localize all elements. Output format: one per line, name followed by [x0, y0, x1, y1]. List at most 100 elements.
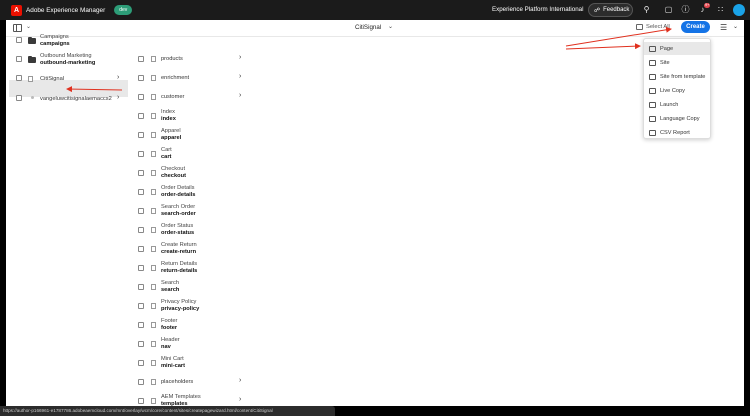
adobe-logo-icon[interactable]: A: [11, 4, 22, 16]
list-item[interactable]: Apparel apparel: [161, 128, 181, 142]
row-checkbox[interactable]: [16, 37, 22, 43]
list-item[interactable]: Order Status order-status: [161, 223, 194, 237]
list-item[interactable]: Index index: [161, 109, 176, 123]
chevron-right-icon[interactable]: ›: [117, 94, 119, 101]
menu-item-language-copy[interactable]: Language Copy: [644, 112, 710, 125]
breadcrumb-chevron-down-icon[interactable]: ⌄: [388, 23, 393, 30]
rail-toggle-icon[interactable]: [13, 24, 22, 32]
item-name: footer: [161, 325, 178, 331]
chevron-right-icon[interactable]: ›: [239, 54, 241, 61]
row-checkbox[interactable]: [138, 227, 144, 233]
list-item[interactable]: enrichment: [161, 75, 189, 82]
list-item[interactable]: Order Details order-details: [161, 185, 195, 199]
item-title: AEM Templates: [161, 394, 201, 400]
row-checkbox[interactable]: [138, 56, 144, 62]
menu-item-page[interactable]: Page: [644, 42, 710, 55]
page-icon: [151, 94, 156, 100]
row-checkbox[interactable]: [16, 75, 22, 81]
menu-item-csv-report[interactable]: CSV Report: [644, 126, 710, 139]
chevron-right-icon[interactable]: ›: [239, 396, 241, 403]
live-copy-icon: [649, 87, 656, 94]
page-icon: [151, 341, 156, 347]
list-item[interactable]: Header nav: [161, 337, 180, 351]
page-icon: [151, 151, 156, 157]
list-item[interactable]: Cart cart: [161, 147, 172, 161]
menu-item-label: Page: [660, 45, 674, 52]
list-item[interactable]: products: [161, 56, 183, 63]
row-checkbox[interactable]: [16, 56, 22, 62]
feedback-button[interactable]: ☍ Feedback: [588, 3, 633, 17]
site-template-icon: [649, 73, 656, 80]
list-item[interactable]: Search Order search-order: [161, 204, 196, 218]
row-checkbox[interactable]: [138, 132, 144, 138]
chevron-right-icon[interactable]: ›: [239, 377, 241, 384]
list-item[interactable]: Checkout checkout: [161, 166, 186, 180]
row-checkbox[interactable]: [138, 189, 144, 195]
row-checkbox[interactable]: [138, 284, 144, 290]
create-button[interactable]: Create: [681, 21, 710, 33]
menu-item-live-copy[interactable]: Live Copy: [644, 84, 710, 97]
chat-icon[interactable]: ▢: [663, 4, 674, 15]
row-checkbox[interactable]: [138, 303, 144, 309]
row-checkbox[interactable]: [138, 151, 144, 157]
column-view-icon[interactable]: ☰: [720, 23, 727, 32]
page-icon: [151, 265, 156, 271]
help-icon[interactable]: ⓘ: [680, 4, 691, 15]
list-item[interactable]: Footer footer: [161, 318, 177, 332]
page-icon: [151, 227, 156, 233]
item-name: cart: [161, 154, 172, 160]
item-title: Index: [161, 109, 175, 115]
list-item[interactable]: CitiSignal: [40, 76, 64, 83]
search-icon[interactable]: ⚲: [641, 4, 652, 15]
row-checkbox[interactable]: [138, 113, 144, 119]
item-name: checkout: [161, 173, 186, 179]
item-name: mini-cart: [161, 363, 186, 369]
list-item[interactable]: Return Details return-details: [161, 261, 197, 275]
selected-row-highlight: [9, 80, 128, 97]
app-title[interactable]: Adobe Experience Manager: [26, 7, 105, 14]
row-checkbox[interactable]: [138, 398, 144, 404]
select-all-button[interactable]: Select All: [636, 24, 670, 30]
row-checkbox[interactable]: [138, 170, 144, 176]
list-item[interactable]: Create Return create-return: [161, 242, 197, 256]
menu-item-site[interactable]: Site: [644, 56, 710, 69]
csv-report-icon: [649, 129, 656, 136]
row-checkbox[interactable]: [138, 322, 144, 328]
row-checkbox[interactable]: [138, 246, 144, 252]
breadcrumb[interactable]: CitiSignal: [355, 24, 381, 31]
chevron-right-icon[interactable]: ›: [117, 74, 119, 81]
item-title: Order Details: [161, 185, 195, 191]
row-checkbox[interactable]: [138, 208, 144, 214]
item-title: Footer: [161, 318, 178, 324]
row-checkbox[interactable]: [138, 265, 144, 271]
row-checkbox[interactable]: [16, 95, 22, 101]
list-item[interactable]: Mini Cart mini-cart: [161, 356, 185, 370]
item-title: Return Details: [161, 261, 198, 267]
chevron-down-icon[interactable]: ⌄: [26, 23, 31, 30]
menu-item-site-from-template[interactable]: Site from template: [644, 70, 710, 83]
chevron-right-icon[interactable]: ›: [239, 92, 241, 99]
list-item[interactable]: placeholders: [161, 379, 193, 386]
avatar[interactable]: [733, 4, 745, 16]
menu-item-launch[interactable]: Launch: [644, 98, 710, 111]
view-chevron-down-icon[interactable]: ⌄: [733, 23, 738, 30]
org-switcher[interactable]: Experience Platform International: [492, 6, 584, 13]
list-item[interactable]: customer: [161, 94, 184, 101]
list-item[interactable]: Outbound Marketing outbound-marketing: [40, 53, 95, 67]
item-name: search-order: [161, 211, 196, 217]
list-item[interactable]: Search search: [161, 280, 179, 294]
page-icon: [151, 246, 156, 252]
list-item[interactable]: Campaigns campaigns: [40, 34, 70, 48]
apps-grid-icon[interactable]: ∷: [715, 4, 726, 15]
launch-icon: [649, 101, 656, 108]
list-item[interactable]: AEM Templates templates: [161, 394, 201, 406]
row-checkbox[interactable]: [138, 360, 144, 366]
row-checkbox[interactable]: [138, 379, 144, 385]
list-item[interactable]: Privacy Policy privacy-policy: [161, 299, 199, 313]
row-checkbox[interactable]: [138, 94, 144, 100]
list-item[interactable]: vangeluwcitisignalaemaccs2: [40, 96, 112, 103]
page-icon: [649, 45, 656, 52]
row-checkbox[interactable]: [138, 75, 144, 81]
row-checkbox[interactable]: [138, 341, 144, 347]
chevron-right-icon[interactable]: ›: [239, 73, 241, 80]
